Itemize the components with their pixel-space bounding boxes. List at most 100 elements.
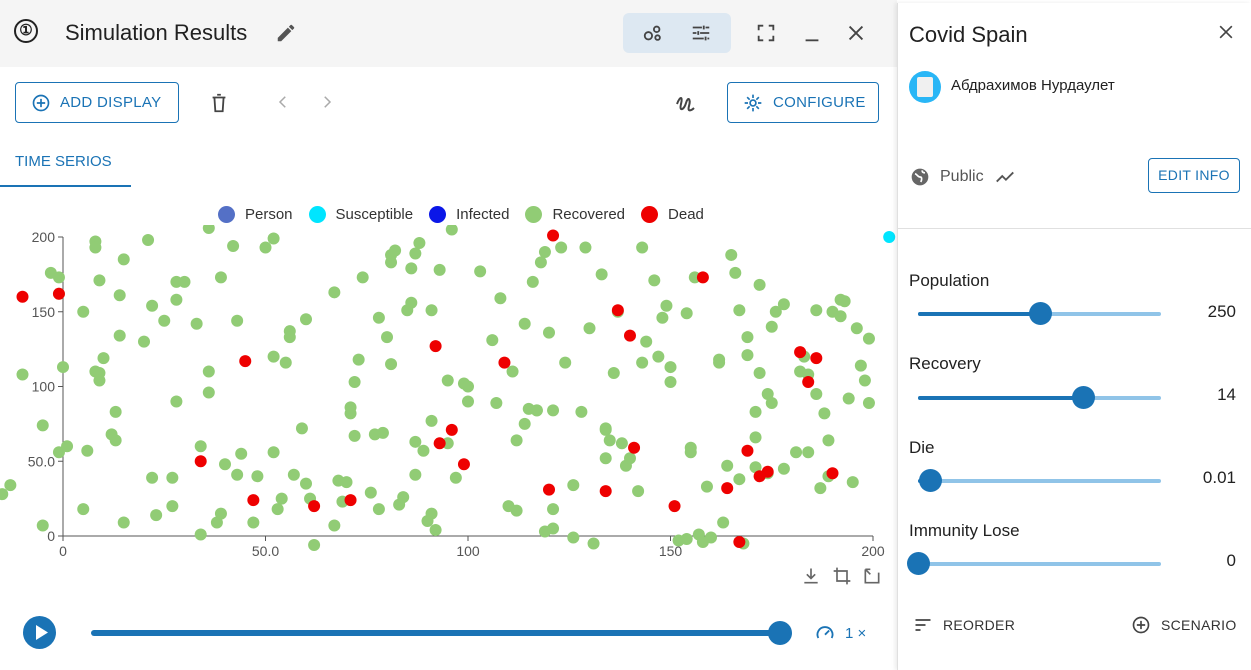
tab-time-series[interactable]: TIME SERIOS <box>15 153 112 170</box>
point-recovered <box>356 271 369 284</box>
point-dead <box>721 482 734 495</box>
y-tick-label: 50.0 <box>28 453 55 469</box>
point-dead <box>733 535 746 548</box>
point-recovered <box>753 278 766 291</box>
timeline-thumb[interactable] <box>768 621 792 645</box>
point-dead <box>457 458 470 471</box>
speedometer-icon <box>816 626 834 639</box>
globe-icon <box>911 168 929 186</box>
point-recovered <box>518 417 531 430</box>
edit-info-button[interactable]: EDIT INFO <box>1148 158 1240 193</box>
point-recovered <box>846 476 859 489</box>
speed-label: 1 × <box>845 624 867 642</box>
play-icon <box>36 625 48 640</box>
reorder-button[interactable]: REORDER <box>913 615 1015 635</box>
point-dead <box>624 329 636 342</box>
point-recovered <box>664 361 677 374</box>
chevron-left-icon[interactable] <box>274 93 292 111</box>
legend-dot <box>429 206 447 223</box>
point-dead <box>433 437 446 450</box>
immunity-lose-slider[interactable] <box>907 552 1161 575</box>
point-recovered <box>664 376 677 389</box>
slider-thumb[interactable] <box>1072 386 1096 409</box>
point-dead <box>498 356 511 369</box>
point-recovered <box>429 524 442 537</box>
minimize-icon[interactable] <box>801 22 823 44</box>
point-recovered <box>77 503 90 516</box>
point-recovered <box>77 305 90 318</box>
point-recovered <box>486 334 499 347</box>
point-recovered <box>178 275 191 288</box>
scenario-button[interactable]: SCENARIO <box>1131 615 1237 635</box>
point-recovered <box>376 426 389 439</box>
point-recovered <box>409 435 422 448</box>
point-recovered <box>202 225 215 235</box>
point-recovered <box>202 365 215 378</box>
point-recovered <box>733 473 746 486</box>
point-recovered <box>142 233 155 246</box>
point-recovered <box>295 422 308 435</box>
slider-thumb[interactable] <box>907 552 930 575</box>
population-slider[interactable] <box>918 302 1161 325</box>
point-recovered <box>352 353 365 366</box>
fullscreen-icon[interactable] <box>755 22 777 44</box>
legend-dot <box>218 206 235 223</box>
trash-icon[interactable] <box>208 91 230 115</box>
recovery-slider[interactable] <box>918 386 1161 409</box>
point-recovered <box>705 531 717 544</box>
chevron-right-icon[interactable] <box>318 93 336 111</box>
point-recovered <box>409 468 422 481</box>
legend-item-dead[interactable]: Dead <box>641 206 704 223</box>
point-dead <box>16 290 29 303</box>
point-recovered <box>267 446 280 459</box>
point-recovered <box>267 232 280 245</box>
legend-item-recovered[interactable]: Recovered <box>525 206 625 223</box>
slider-thumb[interactable] <box>919 469 943 492</box>
sliders-icon[interactable] <box>690 22 712 44</box>
legend-item-person[interactable]: Person <box>218 206 293 223</box>
legend-item-susceptible[interactable]: Susceptible <box>308 206 413 223</box>
speed-control[interactable]: 1 × <box>815 623 866 643</box>
point-recovered <box>166 471 179 484</box>
graph-nodes-icon[interactable] <box>642 22 664 44</box>
edit-pencil-icon[interactable] <box>275 22 297 44</box>
point-recovered <box>372 311 385 324</box>
scenario-label: SCENARIO <box>1161 617 1237 633</box>
legend-label: Recovered <box>552 206 626 223</box>
configure-button[interactable]: CONFIGURE <box>727 82 879 123</box>
point-recovered <box>231 468 244 481</box>
point-recovered <box>344 401 357 414</box>
point-recovered <box>4 479 17 492</box>
point-recovered <box>247 516 260 529</box>
legend-label: Dead <box>668 206 704 223</box>
point-recovered <box>725 248 738 261</box>
curve-icon[interactable] <box>673 90 697 114</box>
play-button[interactable] <box>23 616 56 649</box>
point-recovered <box>146 471 159 484</box>
point-recovered <box>170 293 183 306</box>
page-title: Simulation Results <box>65 20 248 45</box>
download-icon[interactable] <box>801 566 821 586</box>
add-display-button[interactable]: ADD DISPLAY <box>15 82 179 123</box>
point-recovered <box>409 247 422 260</box>
legend-item-infected[interactable]: Infected <box>429 206 509 223</box>
visibility-row: Public <box>910 166 1016 188</box>
param-value-immunity-lose: 0 <box>1226 551 1236 570</box>
add-display-label: ADD DISPLAY <box>60 94 162 111</box>
die-slider[interactable] <box>918 469 1161 492</box>
point-recovered <box>636 356 649 369</box>
close-icon[interactable] <box>845 22 867 44</box>
timeline-slider[interactable] <box>91 630 781 636</box>
reset-zoom-icon[interactable] <box>862 566 882 586</box>
close-icon[interactable] <box>1216 22 1236 42</box>
point-recovered <box>405 262 418 275</box>
point-recovered <box>389 244 402 257</box>
y-tick-label: 100 <box>32 379 56 395</box>
y-tick-label: 200 <box>32 229 56 245</box>
slider-thumb[interactable] <box>1028 302 1052 325</box>
point-recovered <box>729 266 742 279</box>
point-recovered <box>425 304 438 317</box>
crop-icon[interactable] <box>832 566 852 586</box>
point-recovered <box>534 256 547 269</box>
point-recovered <box>684 441 697 454</box>
